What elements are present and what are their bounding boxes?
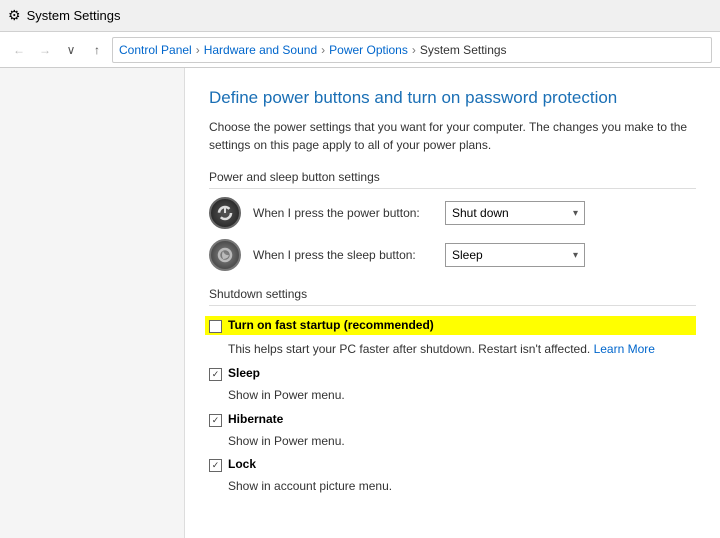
hibernate-subtext: Show in Power menu. <box>228 433 696 450</box>
app-icon: ⚙ <box>8 7 21 24</box>
breadcrumb: Control Panel › Hardware and Sound › Pow… <box>112 37 712 63</box>
main-layout: Define power buttons and turn on passwor… <box>0 68 720 538</box>
description: Choose the power settings that you want … <box>209 118 689 154</box>
sleep-subtext: Show in Power menu. <box>228 387 696 404</box>
sidebar <box>0 68 185 538</box>
breadcrumb-sep-1: › <box>196 43 200 57</box>
sleep-button-label: When I press the sleep button: <box>253 248 433 262</box>
hibernate-row: Hibernate <box>209 412 696 427</box>
sleep-checkbox[interactable] <box>209 368 222 381</box>
hibernate-label: Hibernate <box>228 412 283 426</box>
breadcrumb-current: System Settings <box>420 43 507 57</box>
sleep-button-row: When I press the sleep button: Sleep ▾ <box>209 239 696 271</box>
fast-startup-checkbox[interactable] <box>209 320 222 333</box>
shutdown-settings: Shutdown settings Turn on fast startup (… <box>209 287 696 495</box>
fast-startup-subtext: This helps start your PC faster after sh… <box>228 341 696 358</box>
power-sleep-settings: Power and sleep button settings When I p… <box>209 170 696 271</box>
address-bar: ← → ∨ ↑ Control Panel › Hardware and Sou… <box>0 32 720 68</box>
fast-startup-label: Turn on fast startup (recommended) <box>228 318 434 332</box>
sleep-button-dropdown[interactable]: Sleep ▾ <box>445 243 585 267</box>
breadcrumb-hardware-sound[interactable]: Hardware and Sound <box>204 43 317 57</box>
title-bar-text: System Settings <box>27 8 121 23</box>
power-button-icon <box>209 197 241 229</box>
sleep-icon-svg <box>216 246 234 264</box>
dropdown-button[interactable]: ∨ <box>60 39 82 61</box>
breadcrumb-sep-2: › <box>321 43 325 57</box>
shutdown-section-header: Shutdown settings <box>209 287 696 306</box>
back-button[interactable]: ← <box>8 39 30 61</box>
sleep-dropdown-arrow: ▾ <box>573 250 578 261</box>
learn-more-link[interactable]: Learn More <box>594 342 655 356</box>
sleep-button-icon <box>209 239 241 271</box>
breadcrumb-sep-3: › <box>412 43 416 57</box>
power-sleep-section-header: Power and sleep button settings <box>209 170 696 189</box>
sleep-button-value: Sleep <box>452 248 483 262</box>
content-area: Define power buttons and turn on passwor… <box>185 68 720 538</box>
sleep-row: Sleep <box>209 366 696 381</box>
fast-startup-row: Turn on fast startup (recommended) <box>205 316 696 335</box>
lock-label: Lock <box>228 457 256 471</box>
sleep-label: Sleep <box>228 366 260 380</box>
up-button[interactable]: ↑ <box>86 39 108 61</box>
hibernate-checkbox[interactable] <box>209 414 222 427</box>
power-icon-svg <box>216 204 234 222</box>
power-button-label: When I press the power button: <box>253 206 433 220</box>
lock-checkbox[interactable] <box>209 459 222 472</box>
power-dropdown-arrow: ▾ <box>573 208 578 219</box>
page-title: Define power buttons and turn on passwor… <box>209 88 696 108</box>
forward-button[interactable]: → <box>34 39 56 61</box>
power-button-value: Shut down <box>452 206 509 220</box>
power-button-dropdown[interactable]: Shut down ▾ <box>445 201 585 225</box>
power-button-row: When I press the power button: Shut down… <box>209 197 696 229</box>
title-bar: ⚙ System Settings <box>0 0 720 32</box>
lock-subtext: Show in account picture menu. <box>228 478 696 495</box>
breadcrumb-control-panel[interactable]: Control Panel <box>119 43 192 57</box>
breadcrumb-power-options[interactable]: Power Options <box>329 43 408 57</box>
lock-row: Lock <box>209 457 696 472</box>
